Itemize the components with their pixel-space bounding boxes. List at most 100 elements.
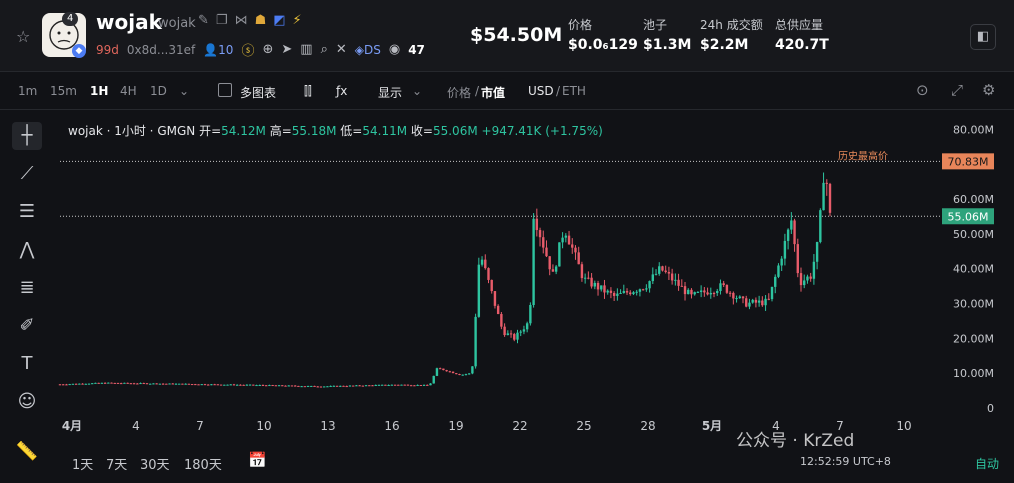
- candle-body: [107, 382, 110, 384]
- stat-price: 价格 $0.0₆129: [568, 16, 638, 53]
- mcap-toggle[interactable]: 市值: [481, 84, 505, 101]
- candle-body: [806, 276, 809, 281]
- candles-icon[interactable]: ⫿⫿: [304, 84, 312, 99]
- candle-body: [393, 384, 397, 386]
- contract-address[interactable]: 0x8d...31ef: [127, 43, 195, 57]
- candle-body: [380, 384, 384, 386]
- candle-body: [567, 235, 571, 245]
- stat-volume: 24h 成交额 $2.2M: [700, 16, 763, 53]
- candle-body: [706, 292, 709, 295]
- candle-body: [235, 384, 239, 386]
- settings-icon[interactable]: ⚙: [982, 81, 995, 99]
- candle-body: [223, 384, 226, 386]
- indicators-icon[interactable]: ƒx: [336, 84, 347, 98]
- dexscreener-link[interactable]: ◈DS: [355, 43, 381, 57]
- candle-body: [513, 334, 516, 340]
- interval-15m[interactable]: 15m: [50, 84, 77, 98]
- website-icon[interactable]: ⊕: [262, 42, 273, 57]
- candle-body: [335, 385, 339, 387]
- eth-toggle[interactable]: ETH: [562, 84, 586, 98]
- chart-icon[interactable]: ▥: [300, 42, 312, 57]
- candle-body: [819, 210, 822, 243]
- twitter-icon[interactable]: ✕: [336, 42, 347, 57]
- candle-body: [113, 382, 116, 384]
- x-tick-label: 16: [384, 419, 399, 433]
- divider: /: [475, 84, 480, 98]
- candle-body: [210, 384, 213, 386]
- horizontal-lines-icon[interactable]: ☰: [12, 198, 42, 226]
- drawing-tools: ┼ ⟋ ☰ ⋀ ≣ ✐ T ☺ 📏: [0, 110, 54, 483]
- multi-chart-label[interactable]: 多图表: [240, 84, 276, 101]
- dollar-icon[interactable]: ⓢ: [241, 40, 254, 59]
- candle-body: [629, 292, 632, 295]
- crosshair-icon[interactable]: ┼: [12, 122, 42, 150]
- candle-body: [432, 375, 435, 384]
- watermark: 公众号 · KrZed: [736, 431, 855, 451]
- candle-body: [438, 368, 442, 370]
- fib-icon[interactable]: ≣: [12, 274, 42, 302]
- copy-icon[interactable]: ❐: [216, 13, 228, 28]
- display-chevron-icon[interactable]: ⌄: [412, 84, 422, 98]
- price-toggle[interactable]: 价格: [447, 84, 471, 101]
- ruler-icon[interactable]: 📏: [12, 438, 42, 466]
- candle-body: [297, 385, 300, 387]
- candle-body: [129, 383, 133, 385]
- interval-1m[interactable]: 1m: [18, 84, 37, 98]
- candle-body: [635, 291, 638, 293]
- favorite-star-icon[interactable]: ☆: [16, 27, 30, 46]
- range-7d[interactable]: 7天: [106, 454, 127, 473]
- candle-body: [484, 259, 487, 269]
- range-1d[interactable]: 1天: [72, 454, 93, 473]
- candle-body: [100, 382, 104, 384]
- candle-body: [178, 383, 181, 385]
- candle-body: [342, 385, 345, 387]
- interval-4h[interactable]: 4H: [120, 84, 137, 98]
- candle-body: [62, 384, 65, 386]
- search-icon[interactable]: ⌕: [321, 42, 328, 57]
- interval-1d[interactable]: 1D: [150, 84, 167, 98]
- display-menu[interactable]: 显示: [378, 84, 402, 101]
- candle-body: [815, 242, 819, 262]
- interval-1h[interactable]: 1H: [90, 84, 108, 98]
- candle-body: [616, 293, 619, 296]
- candle-body: [596, 282, 600, 290]
- holders-count: 👤10: [203, 42, 234, 57]
- token-age: 99d: [96, 42, 119, 57]
- candle-body: [190, 384, 194, 386]
- candle-body: [216, 384, 220, 386]
- candle-body: [654, 273, 658, 275]
- calendar-icon[interactable]: 📅: [248, 451, 267, 469]
- usd-toggle[interactable]: USD: [528, 84, 554, 98]
- auto-scale-toggle[interactable]: 自动: [975, 455, 999, 472]
- candle-body: [619, 292, 622, 294]
- side-panel-icon[interactable]: ◧: [970, 24, 996, 50]
- camera-icon[interactable]: ⊙: [916, 81, 929, 99]
- candle-body: [152, 383, 155, 385]
- price-chart[interactable]: 0 10.00M 20.00M 30.00M 40.00M 50.00M 60.00M 70.…: [54, 112, 1014, 444]
- edit-icon[interactable]: ✎: [198, 13, 209, 28]
- share-icon[interactable]: ⋈: [235, 13, 248, 28]
- candle-body: [123, 382, 126, 384]
- chevron-down-icon[interactable]: ⌄: [179, 84, 189, 98]
- pattern-icon[interactable]: ⋀: [12, 236, 42, 264]
- candle-body: [319, 386, 323, 388]
- fullscreen-icon[interactable]: ⤢: [951, 81, 963, 99]
- candle-body: [770, 286, 774, 300]
- candle-body: [400, 384, 403, 386]
- multi-chart-checkbox[interactable]: [218, 83, 232, 97]
- text-tool-icon[interactable]: T: [12, 350, 42, 378]
- candle-body: [358, 385, 361, 387]
- trend-line-icon[interactable]: ⟋: [12, 160, 42, 188]
- brush-icon[interactable]: ✐: [12, 312, 42, 340]
- candle-body: [120, 383, 123, 385]
- candle-body: [284, 385, 287, 387]
- candle-body: [487, 268, 490, 280]
- range-180d[interactable]: 180天: [184, 454, 222, 473]
- candle-body: [458, 374, 461, 376]
- candle-body: [748, 302, 751, 307]
- range-30d[interactable]: 30天: [140, 454, 170, 473]
- telegram-icon[interactable]: ➤: [281, 42, 292, 57]
- candle-body: [258, 384, 261, 386]
- candle-body: [226, 384, 229, 386]
- emoji-icon[interactable]: ☺: [12, 388, 42, 416]
